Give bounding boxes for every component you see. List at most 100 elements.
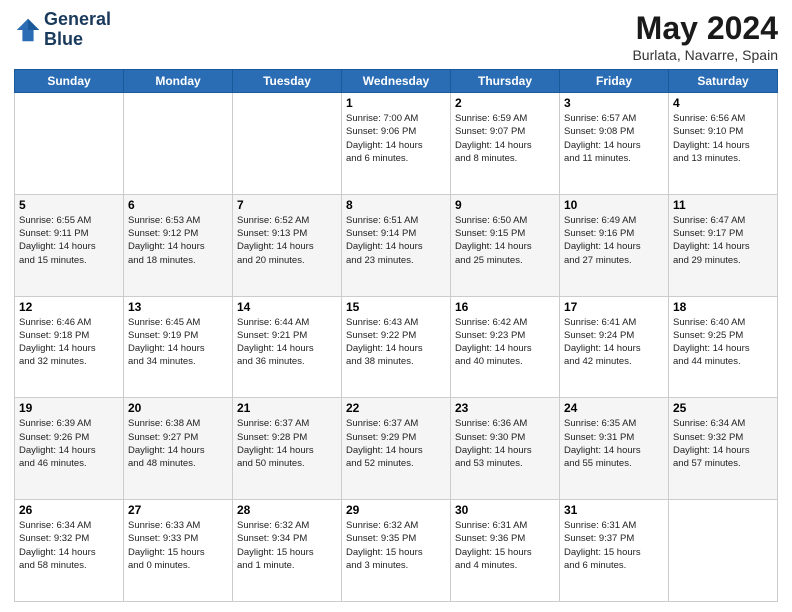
calendar-cell bbox=[15, 93, 124, 195]
logo-line1: General bbox=[44, 10, 111, 30]
day-number: 31 bbox=[564, 503, 664, 517]
title-block: May 2024 Burlata, Navarre, Spain bbox=[632, 10, 778, 63]
page: General Blue May 2024 Burlata, Navarre, … bbox=[0, 0, 792, 612]
day-info: Sunrise: 6:40 AM Sunset: 9:25 PM Dayligh… bbox=[673, 316, 773, 369]
day-info: Sunrise: 6:49 AM Sunset: 9:16 PM Dayligh… bbox=[564, 214, 664, 267]
calendar-cell: 17 Sunrise: 6:41 AM Sunset: 9:24 PM Dayli… bbox=[560, 296, 669, 398]
calendar-cell: 24 Sunrise: 6:35 AM Sunset: 9:31 PM Dayli… bbox=[560, 398, 669, 500]
day-info: Sunrise: 6:55 AM Sunset: 9:11 PM Dayligh… bbox=[19, 214, 119, 267]
day-number: 15 bbox=[346, 300, 446, 314]
calendar-cell: 16Sunrise: 6:42 AM Sunset: 9:23 PM Dayli… bbox=[451, 296, 560, 398]
day-number: 30 bbox=[455, 503, 555, 517]
weekday-header: Saturday bbox=[669, 70, 778, 93]
day-number: 25 bbox=[673, 401, 773, 415]
day-info: Sunrise: 6:34 AM Sunset: 9:32 PM Dayligh… bbox=[673, 417, 773, 470]
header: General Blue May 2024 Burlata, Navarre, … bbox=[14, 10, 778, 63]
day-number: 24 bbox=[564, 401, 664, 415]
day-number: 9 bbox=[455, 198, 555, 212]
calendar-cell: 27 Sunrise: 6:33 AM Sunset: 9:33 PM Dayli… bbox=[124, 500, 233, 602]
day-number: 3 bbox=[564, 96, 664, 110]
calendar-week-row: 1 Sunrise: 7:00 AM Sunset: 9:06 PM Daylig… bbox=[15, 93, 778, 195]
day-info: Sunrise: 6:56 AM Sunset: 9:10 PM Dayligh… bbox=[673, 112, 773, 165]
calendar-cell: 20Sunrise: 6:38 AM Sunset: 9:27 PM Dayli… bbox=[124, 398, 233, 500]
day-info: Sunrise: 6:41 AM Sunset: 9:24 PM Dayligh… bbox=[564, 316, 664, 369]
logo: General Blue bbox=[14, 10, 111, 50]
calendar-cell: 14 Sunrise: 6:44 AM Sunset: 9:21 PM Dayli… bbox=[233, 296, 342, 398]
day-info: Sunrise: 6:51 AM Sunset: 9:14 PM Dayligh… bbox=[346, 214, 446, 267]
day-info: Sunrise: 6:37 AM Sunset: 9:29 PM Dayligh… bbox=[346, 417, 446, 470]
calendar-cell: 31Sunrise: 6:31 AM Sunset: 9:37 PM Dayli… bbox=[560, 500, 669, 602]
day-info: Sunrise: 6:34 AM Sunset: 9:32 PM Dayligh… bbox=[19, 519, 119, 572]
day-info: Sunrise: 6:35 AM Sunset: 9:31 PM Dayligh… bbox=[564, 417, 664, 470]
calendar-header-row: SundayMondayTuesdayWednesdayThursdayFrid… bbox=[15, 70, 778, 93]
calendar-cell: 1 Sunrise: 7:00 AM Sunset: 9:06 PM Daylig… bbox=[342, 93, 451, 195]
weekday-header: Thursday bbox=[451, 70, 560, 93]
calendar-cell: 18 Sunrise: 6:40 AM Sunset: 9:25 PM Dayli… bbox=[669, 296, 778, 398]
calendar-cell: 26Sunrise: 6:34 AM Sunset: 9:32 PM Dayli… bbox=[15, 500, 124, 602]
day-info: Sunrise: 6:39 AM Sunset: 9:26 PM Dayligh… bbox=[19, 417, 119, 470]
calendar-cell bbox=[124, 93, 233, 195]
day-info: Sunrise: 6:43 AM Sunset: 9:22 PM Dayligh… bbox=[346, 316, 446, 369]
day-number: 13 bbox=[128, 300, 228, 314]
day-number: 17 bbox=[564, 300, 664, 314]
day-info: Sunrise: 6:59 AM Sunset: 9:07 PM Dayligh… bbox=[455, 112, 555, 165]
day-number: 10 bbox=[564, 198, 664, 212]
day-info: Sunrise: 6:44 AM Sunset: 9:21 PM Dayligh… bbox=[237, 316, 337, 369]
day-number: 28 bbox=[237, 503, 337, 517]
calendar-cell: 22 Sunrise: 6:37 AM Sunset: 9:29 PM Dayli… bbox=[342, 398, 451, 500]
weekday-header: Wednesday bbox=[342, 70, 451, 93]
calendar-cell bbox=[233, 93, 342, 195]
day-number: 14 bbox=[237, 300, 337, 314]
logo-text: General Blue bbox=[44, 10, 111, 50]
day-number: 22 bbox=[346, 401, 446, 415]
day-number: 16 bbox=[455, 300, 555, 314]
day-number: 5 bbox=[19, 198, 119, 212]
day-number: 8 bbox=[346, 198, 446, 212]
day-info: Sunrise: 6:38 AM Sunset: 9:27 PM Dayligh… bbox=[128, 417, 228, 470]
calendar-table: SundayMondayTuesdayWednesdayThursdayFrid… bbox=[14, 69, 778, 602]
calendar-cell: 23Sunrise: 6:36 AM Sunset: 9:30 PM Dayli… bbox=[451, 398, 560, 500]
day-number: 6 bbox=[128, 198, 228, 212]
day-info: Sunrise: 6:53 AM Sunset: 9:12 PM Dayligh… bbox=[128, 214, 228, 267]
day-number: 1 bbox=[346, 96, 446, 110]
calendar-cell: 4 Sunrise: 6:56 AM Sunset: 9:10 PM Daylig… bbox=[669, 93, 778, 195]
day-info: Sunrise: 6:32 AM Sunset: 9:34 PM Dayligh… bbox=[237, 519, 337, 572]
calendar-cell: 2Sunrise: 6:59 AM Sunset: 9:07 PM Daylig… bbox=[451, 93, 560, 195]
day-number: 19 bbox=[19, 401, 119, 415]
day-number: 4 bbox=[673, 96, 773, 110]
day-info: Sunrise: 7:00 AM Sunset: 9:06 PM Dayligh… bbox=[346, 112, 446, 165]
day-number: 29 bbox=[346, 503, 446, 517]
calendar-cell: 3 Sunrise: 6:57 AM Sunset: 9:08 PM Daylig… bbox=[560, 93, 669, 195]
calendar-cell: 11Sunrise: 6:47 AM Sunset: 9:17 PM Dayli… bbox=[669, 194, 778, 296]
calendar-cell: 12Sunrise: 6:46 AM Sunset: 9:18 PM Dayli… bbox=[15, 296, 124, 398]
day-info: Sunrise: 6:31 AM Sunset: 9:36 PM Dayligh… bbox=[455, 519, 555, 572]
calendar-week-row: 5 Sunrise: 6:55 AM Sunset: 9:11 PM Daylig… bbox=[15, 194, 778, 296]
day-number: 27 bbox=[128, 503, 228, 517]
calendar-cell: 29 Sunrise: 6:32 AM Sunset: 9:35 PM Dayli… bbox=[342, 500, 451, 602]
day-number: 23 bbox=[455, 401, 555, 415]
calendar-cell: 6 Sunrise: 6:53 AM Sunset: 9:12 PM Daylig… bbox=[124, 194, 233, 296]
day-number: 21 bbox=[237, 401, 337, 415]
day-info: Sunrise: 6:37 AM Sunset: 9:28 PM Dayligh… bbox=[237, 417, 337, 470]
day-info: Sunrise: 6:50 AM Sunset: 9:15 PM Dayligh… bbox=[455, 214, 555, 267]
calendar-cell: 10 Sunrise: 6:49 AM Sunset: 9:16 PM Dayli… bbox=[560, 194, 669, 296]
calendar-cell: 9 Sunrise: 6:50 AM Sunset: 9:15 PM Daylig… bbox=[451, 194, 560, 296]
calendar-cell: 28 Sunrise: 6:32 AM Sunset: 9:34 PM Dayli… bbox=[233, 500, 342, 602]
weekday-header: Friday bbox=[560, 70, 669, 93]
day-info: Sunrise: 6:52 AM Sunset: 9:13 PM Dayligh… bbox=[237, 214, 337, 267]
day-number: 7 bbox=[237, 198, 337, 212]
calendar-week-row: 26Sunrise: 6:34 AM Sunset: 9:32 PM Dayli… bbox=[15, 500, 778, 602]
day-info: Sunrise: 6:32 AM Sunset: 9:35 PM Dayligh… bbox=[346, 519, 446, 572]
main-title: May 2024 bbox=[632, 10, 778, 47]
calendar-cell: 5 Sunrise: 6:55 AM Sunset: 9:11 PM Daylig… bbox=[15, 194, 124, 296]
day-info: Sunrise: 6:57 AM Sunset: 9:08 PM Dayligh… bbox=[564, 112, 664, 165]
day-number: 18 bbox=[673, 300, 773, 314]
calendar-cell: 13Sunrise: 6:45 AM Sunset: 9:19 PM Dayli… bbox=[124, 296, 233, 398]
calendar-cell: 15 Sunrise: 6:43 AM Sunset: 9:22 PM Dayli… bbox=[342, 296, 451, 398]
subtitle: Burlata, Navarre, Spain bbox=[632, 47, 778, 63]
weekday-header: Tuesday bbox=[233, 70, 342, 93]
calendar-week-row: 12Sunrise: 6:46 AM Sunset: 9:18 PM Dayli… bbox=[15, 296, 778, 398]
day-info: Sunrise: 6:33 AM Sunset: 9:33 PM Dayligh… bbox=[128, 519, 228, 572]
calendar-cell: 7 Sunrise: 6:52 AM Sunset: 9:13 PM Daylig… bbox=[233, 194, 342, 296]
day-info: Sunrise: 6:46 AM Sunset: 9:18 PM Dayligh… bbox=[19, 316, 119, 369]
